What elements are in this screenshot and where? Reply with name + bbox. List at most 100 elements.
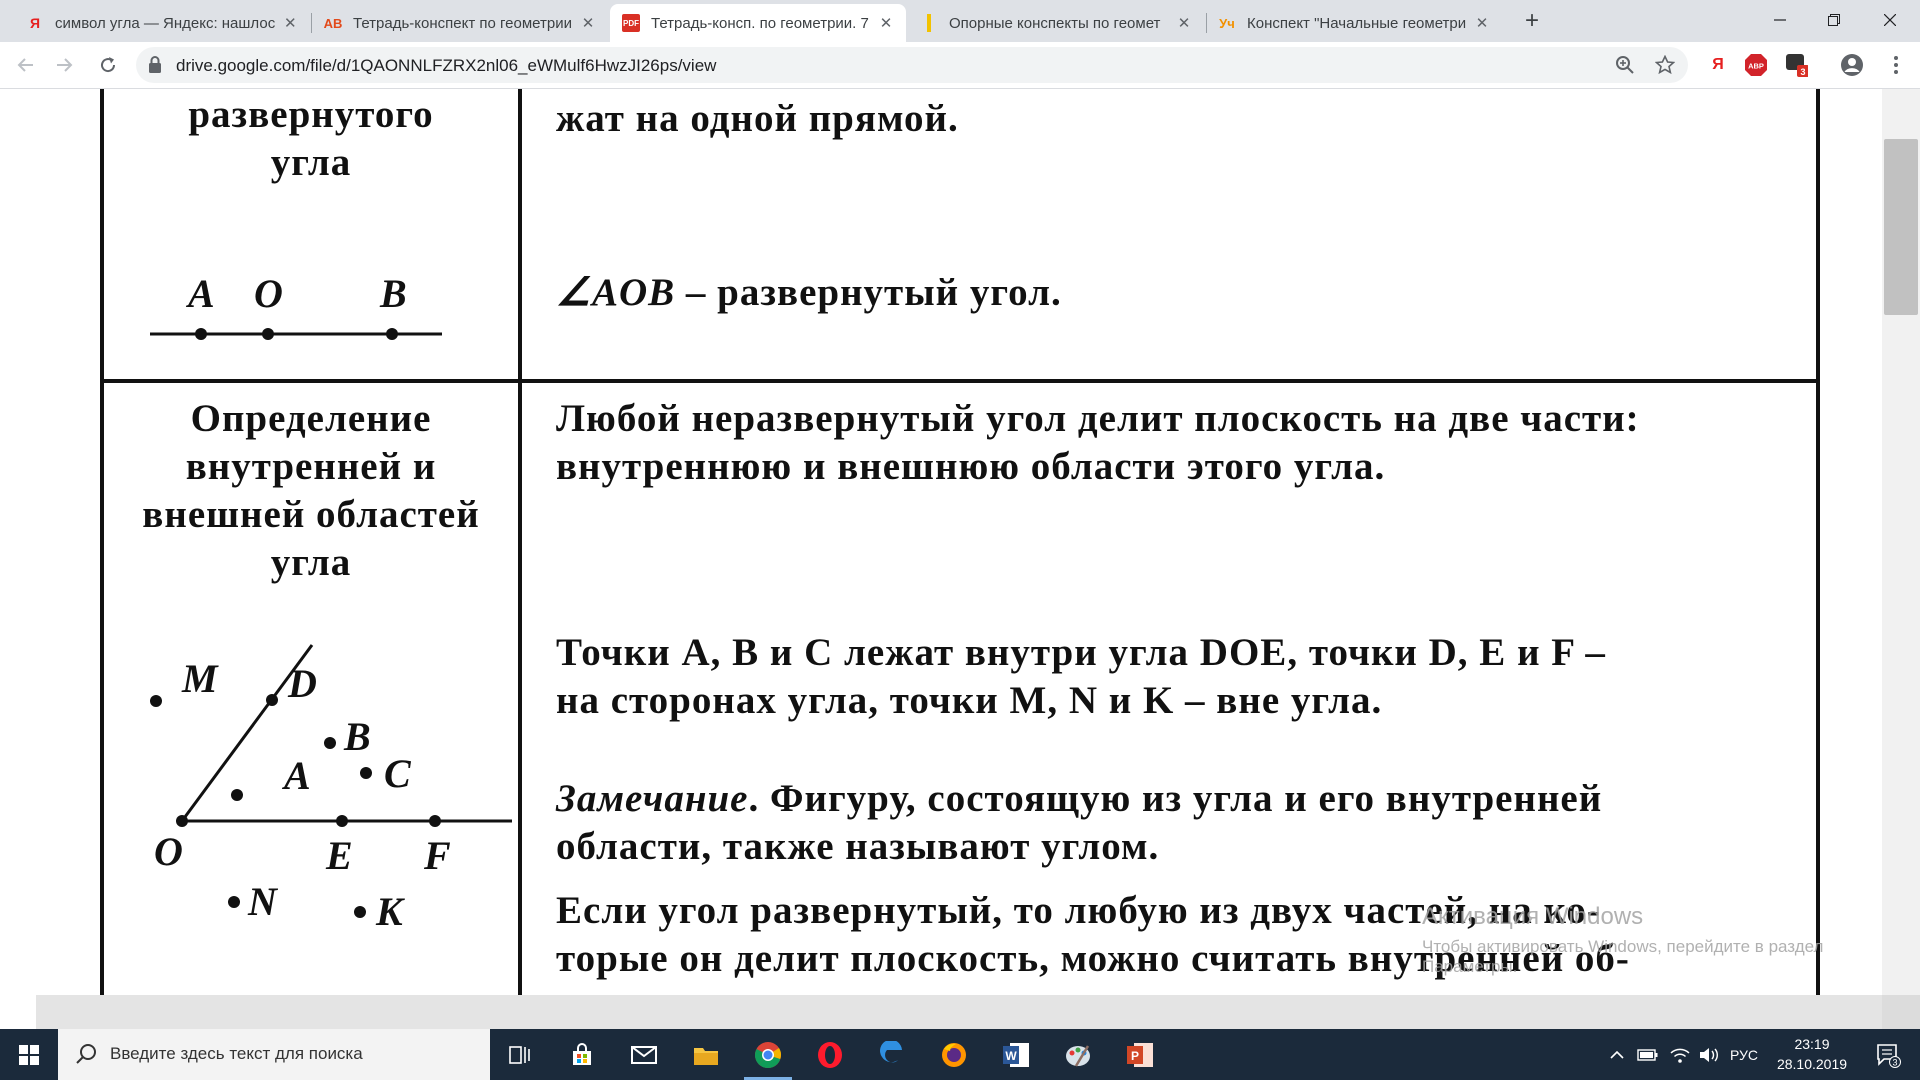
close-tab-icon[interactable]: ✕ — [878, 14, 894, 32]
uch-site-icon: Уч — [1219, 15, 1235, 31]
bookmark-star-icon[interactable] — [1654, 54, 1676, 76]
start-button[interactable] — [0, 1029, 58, 1080]
viewer-margin — [0, 89, 36, 1029]
restore-button[interactable] — [1806, 0, 1862, 40]
watermark-line: Чтобы активировать Windows, перейдите в … — [1422, 937, 1824, 956]
minimize-button[interactable] — [1752, 0, 1808, 40]
row2-points-description: Точки A, B и C лежат внутри угла DOE, то… — [556, 629, 1606, 725]
language-indicator[interactable]: РУС — [1724, 1029, 1764, 1080]
menu-kebab-icon[interactable] — [1884, 53, 1908, 77]
statement-text: – развернутый угол. — [675, 271, 1062, 314]
close-icon — [1884, 14, 1896, 26]
label-d: D — [287, 661, 317, 706]
heading-line: угла — [270, 141, 352, 184]
task-view-icon[interactable] — [490, 1029, 550, 1080]
close-tab-icon[interactable]: ✕ — [1176, 14, 1192, 32]
point-d — [266, 694, 278, 706]
clock-date: 28.10.2019 — [1776, 1056, 1848, 1072]
points-line1: Точки A, B и C лежат внутри угла DOE, то… — [556, 631, 1606, 674]
new-tab-button[interactable]: + — [1518, 8, 1546, 36]
label-b: B — [379, 271, 407, 316]
search-placeholder[interactable]: Введите здесь текст для поиска — [110, 1044, 363, 1064]
points-line2: на сторонах угла, точки M, N и K – вне у… — [556, 679, 1383, 722]
firefox-icon[interactable] — [924, 1029, 984, 1080]
document-page: развернутого угла жат на одной прямой. ∠… — [36, 89, 1882, 995]
scrollbar-thumb[interactable] — [1884, 139, 1918, 315]
point-o — [262, 328, 274, 340]
lock-icon[interactable] — [148, 56, 162, 79]
taskbar-search-box[interactable]: Введите здесь текст для поиска — [58, 1029, 490, 1080]
point-a — [195, 328, 207, 340]
point-e — [336, 815, 348, 827]
zoom-icon[interactable] — [1614, 54, 1636, 76]
tab-reference-notes[interactable]: Опорные конспекты по геомет ✕ — [908, 4, 1204, 42]
vertical-scrollbar[interactable] — [1882, 89, 1920, 1029]
system-clock[interactable]: 23:19 28.10.2019 — [1762, 1034, 1862, 1074]
svg-text:P: P — [1131, 1049, 1139, 1063]
label-e: E — [325, 833, 353, 878]
mail-icon[interactable] — [614, 1029, 674, 1080]
extension-badge-icon[interactable]: 3 — [1784, 53, 1808, 77]
row2-remark: Замечание. Фигуру, состоящую из угла и е… — [556, 775, 1602, 871]
powerpoint-icon[interactable]: P — [1110, 1029, 1170, 1080]
yandex-extension-icon[interactable]: Я — [1706, 53, 1730, 77]
close-window-button[interactable] — [1862, 0, 1918, 40]
row2-definition: Любой неразвернутый угол делит плоскость… — [556, 395, 1640, 491]
svg-text:3: 3 — [1892, 1057, 1897, 1067]
svg-text:ABP: ABP — [1748, 62, 1764, 71]
angle-regions-figure: M D B A C O E F N K — [150, 644, 512, 934]
point-m — [150, 695, 162, 707]
forward-button[interactable] — [48, 49, 80, 81]
row1-statement: ∠AOB – развернутый угол. — [556, 269, 1062, 317]
tab-title: Тетрадь-консп. по геометрии. 7 — [651, 14, 869, 32]
tab-title: Опорные конспекты по геомет — [949, 14, 1161, 32]
reload-button[interactable] — [92, 49, 124, 81]
paint-icon[interactable] — [1048, 1029, 1108, 1080]
address-bar[interactable]: drive.google.com/file/d/1QAONNLFZRX2nl06… — [136, 47, 1688, 83]
close-tab-icon[interactable]: ✕ — [283, 14, 298, 32]
heading-line: Определение — [190, 397, 432, 440]
adblock-extension-icon[interactable]: ABP — [1744, 53, 1768, 77]
label-a: A — [185, 271, 215, 316]
close-tab-icon[interactable]: ✕ — [580, 14, 596, 32]
definition-line2: внутреннюю и внешнюю области этого угла. — [556, 443, 1640, 491]
back-button[interactable] — [10, 49, 42, 81]
tab-title: символ угла — Яндекс: нашлось — [55, 14, 275, 32]
volume-icon[interactable] — [1696, 1029, 1722, 1080]
angle-symbol: ∠AOB — [556, 271, 676, 314]
word-icon[interactable]: W — [986, 1029, 1046, 1080]
row2-heading: Определение внутренней и внешней областе… — [104, 395, 518, 587]
url-text[interactable]: drive.google.com/file/d/1QAONNLFZRX2nl06… — [176, 56, 716, 76]
table-column-divider — [518, 89, 522, 995]
wifi-icon[interactable] — [1666, 1029, 1694, 1080]
opera-icon[interactable] — [800, 1029, 860, 1080]
term-inner: внутреннюю — [556, 445, 793, 488]
tab-notebook-geometry[interactable]: AB Тетрадь-конспект по геометрии ✕ — [312, 4, 608, 42]
edge-icon[interactable] — [862, 1029, 922, 1080]
label-c: C — [384, 751, 412, 796]
chrome-icon[interactable] — [738, 1029, 798, 1080]
straight-angle-figure: A O B — [150, 271, 442, 340]
svg-text:3: 3 — [1800, 67, 1805, 77]
svg-text:W: W — [1005, 1049, 1017, 1063]
tray-chevron-icon[interactable] — [1604, 1029, 1630, 1080]
horizontal-scrollbar[interactable] — [36, 995, 1882, 1029]
battery-icon[interactable] — [1634, 1029, 1662, 1080]
file-explorer-icon[interactable] — [676, 1029, 736, 1080]
term-angle: угла — [1293, 445, 1375, 488]
notifications-icon[interactable]: 3 — [1868, 1029, 1908, 1080]
pdf-icon: PDF — [622, 14, 640, 32]
store-icon[interactable] — [552, 1029, 612, 1080]
tab-pdf-active[interactable]: PDF Тетрадь-консп. по геометрии. 7 ✕ — [610, 4, 906, 42]
tab-conspect-basic[interactable]: Уч Конспект "Начальные геометри ✕ — [1206, 4, 1502, 42]
point-a — [231, 789, 243, 801]
profile-avatar-icon[interactable] — [1840, 53, 1864, 77]
point-b — [386, 328, 398, 340]
label-k: K — [375, 889, 405, 934]
close-tab-icon[interactable]: ✕ — [1474, 14, 1490, 32]
tab-yandex-search[interactable]: Я символ угла — Яндекс: нашлось ✕ — [14, 4, 310, 42]
heading-line: угла — [270, 541, 352, 584]
watermark-line: Параметры. — [1422, 957, 1518, 976]
point-k — [354, 906, 366, 918]
pencil-icon — [920, 14, 938, 32]
